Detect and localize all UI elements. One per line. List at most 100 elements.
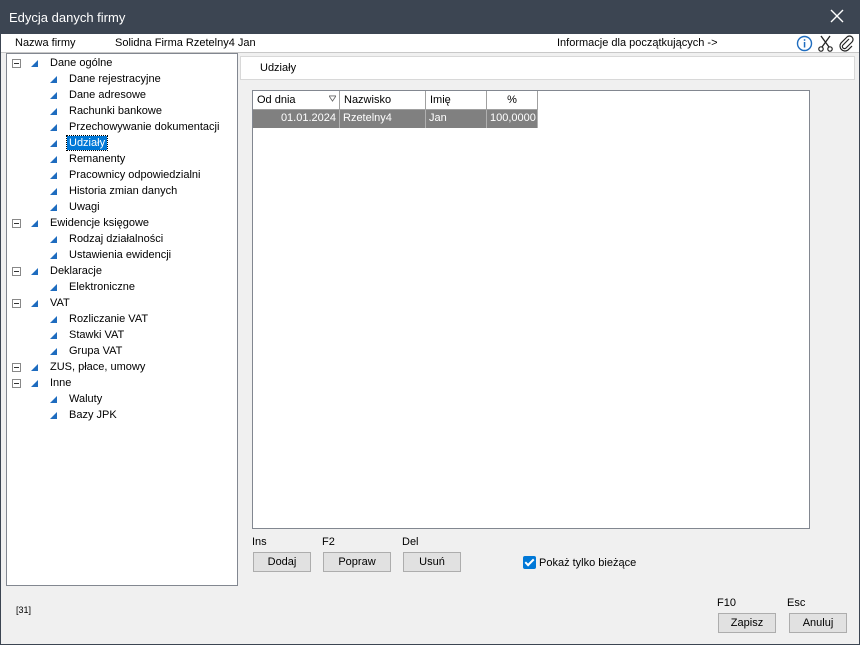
panel-header: Udziały bbox=[240, 56, 855, 80]
company-name-label: Nazwa firmy bbox=[15, 37, 76, 49]
tree-item-label: Waluty bbox=[69, 393, 103, 405]
tree-item[interactable]: Remanenty bbox=[7, 151, 237, 167]
tree-item[interactable]: Waluty bbox=[7, 391, 237, 407]
tree-node-icon bbox=[50, 235, 57, 243]
checkbox-checked-icon[interactable] bbox=[523, 556, 536, 569]
table-row-surname[interactable]: Rzetelny4 bbox=[340, 110, 426, 128]
tree-item-label: Grupa VAT bbox=[69, 345, 123, 357]
tree-item-label: Rozliczanie VAT bbox=[69, 313, 149, 325]
column-header-name[interactable]: Imię bbox=[426, 91, 487, 110]
expander-minus-icon[interactable] bbox=[12, 59, 21, 68]
tree-item[interactable]: Rozliczanie VAT bbox=[7, 311, 237, 327]
paperclip-icon[interactable] bbox=[838, 35, 855, 52]
save-button[interactable]: Zapisz bbox=[718, 613, 776, 633]
tree-item-label: Udziały bbox=[65, 135, 109, 151]
cancel-button[interactable]: Anuluj bbox=[789, 613, 847, 633]
expander-minus-icon[interactable] bbox=[12, 299, 21, 308]
tree-group-1[interactable]: Ewidencje księgowe bbox=[7, 215, 237, 231]
tree-item-label: Bazy JPK bbox=[69, 409, 117, 421]
tree-item-label: Rodzaj działalności bbox=[69, 233, 164, 245]
tree-item[interactable]: Przechowywanie dokumentacji bbox=[7, 119, 237, 135]
edit-shortcut: F2 bbox=[322, 536, 335, 548]
expander-minus-icon[interactable] bbox=[12, 379, 21, 388]
show-current-only-checkbox[interactable]: Pokaż tylko bieżące bbox=[523, 556, 636, 569]
table-row-date[interactable]: 01.01.2024 bbox=[253, 110, 340, 128]
tree-node-icon bbox=[50, 203, 57, 211]
add-button[interactable]: Dodaj bbox=[253, 552, 311, 572]
tree-item[interactable]: Historia zmian danych bbox=[7, 183, 237, 199]
tree-item[interactable]: Stawki VAT bbox=[7, 327, 237, 343]
tree-node-icon bbox=[50, 75, 57, 83]
tree-group-label: Ewidencje księgowe bbox=[50, 217, 150, 229]
settings-tree: Dane ogólne Dane rejestracyjne Dane adreso… bbox=[6, 53, 238, 586]
tree-node-icon bbox=[50, 107, 57, 115]
close-icon[interactable] bbox=[827, 6, 847, 26]
title-bar: Edycja danych firmy bbox=[1, 1, 859, 34]
tree-node-icon bbox=[31, 267, 38, 275]
scissors-icon[interactable] bbox=[817, 35, 834, 52]
tree-item[interactable]: Pracownicy odpowiedzialni bbox=[7, 167, 237, 183]
shares-grid[interactable]: Od dnia Nazwisko Imię % 01.01.2024 Rzete… bbox=[252, 90, 810, 529]
panel-title: Udziały bbox=[260, 62, 297, 74]
tree-item-label: Przechowywanie dokumentacji bbox=[69, 121, 220, 133]
column-header-date[interactable]: Od dnia bbox=[253, 91, 340, 110]
tree-node-icon bbox=[50, 331, 57, 339]
tree-node-icon bbox=[50, 315, 57, 323]
tree-item[interactable]: Bazy JPK bbox=[7, 407, 237, 423]
tree-node-icon bbox=[50, 347, 57, 355]
status-code: [31] bbox=[16, 605, 32, 615]
tree-item[interactable]: Grupa VAT bbox=[7, 343, 237, 359]
tree-group-0[interactable]: Dane ogólne bbox=[7, 55, 237, 71]
tree-item-label: Ustawienia ewidencji bbox=[69, 249, 172, 261]
cancel-shortcut: Esc bbox=[787, 597, 806, 609]
expander-minus-icon[interactable] bbox=[12, 267, 21, 276]
company-info-bar: Nazwa firmy Solidna Firma Rzetelny4 Jan … bbox=[1, 34, 859, 53]
tree-item[interactable]: Rachunki bankowe bbox=[7, 103, 237, 119]
tree-item-label: Dane rejestracyjne bbox=[69, 73, 161, 85]
tree-item[interactable]: Dane rejestracyjne bbox=[7, 71, 237, 87]
beginner-info-link[interactable]: Informacje dla początkujących -> bbox=[557, 37, 718, 49]
tree-group-3[interactable]: VAT bbox=[7, 295, 237, 311]
table-row-name[interactable]: Jan bbox=[426, 110, 487, 128]
tree-node-icon bbox=[50, 411, 57, 419]
tree-group-label: Inne bbox=[50, 377, 72, 389]
info-icon[interactable] bbox=[796, 35, 813, 52]
tree-item[interactable]: Elektroniczne bbox=[7, 279, 237, 295]
tree-item-label: Remanenty bbox=[69, 153, 126, 165]
delete-button[interactable]: Usuń bbox=[403, 552, 461, 572]
tree-group-4[interactable]: ZUS, płace, umowy bbox=[7, 359, 237, 375]
tree-item-label: Dane adresowe bbox=[69, 89, 147, 101]
sort-filter-icon[interactable] bbox=[329, 95, 336, 102]
tree-item[interactable]: Ustawienia ewidencji bbox=[7, 247, 237, 263]
add-shortcut: Ins bbox=[252, 536, 267, 548]
column-header-surname[interactable]: Nazwisko bbox=[340, 91, 426, 110]
tree-node-icon bbox=[50, 123, 57, 131]
tree-node-icon bbox=[50, 187, 57, 195]
column-header-percent[interactable]: % bbox=[487, 91, 538, 110]
save-shortcut: F10 bbox=[717, 597, 736, 609]
tree-item[interactable]: Uwagi bbox=[7, 199, 237, 215]
tree-item-label: Rachunki bankowe bbox=[69, 105, 162, 117]
tree-node-icon bbox=[31, 379, 38, 387]
tree-item-label: Pracownicy odpowiedzialni bbox=[69, 169, 201, 181]
tree-node-icon bbox=[31, 299, 38, 307]
tree-group-2[interactable]: Deklaracje bbox=[7, 263, 237, 279]
tree-item-label: Uwagi bbox=[69, 201, 100, 213]
tree-item[interactable]: Rodzaj działalności bbox=[7, 231, 237, 247]
tree-group-5[interactable]: Inne bbox=[7, 375, 237, 391]
tree-node-icon bbox=[50, 155, 57, 163]
show-current-only-label: Pokaż tylko bieżące bbox=[539, 556, 637, 569]
edit-company-window: Edycja danych firmy Nazwa firmy Solidna … bbox=[0, 0, 860, 645]
window-title: Edycja danych firmy bbox=[9, 10, 126, 25]
tree-item[interactable]: Udziały bbox=[7, 135, 237, 151]
edit-button[interactable]: Popraw bbox=[323, 552, 391, 572]
tree-group-label: Dane ogólne bbox=[50, 57, 113, 69]
tree-node-icon bbox=[31, 219, 38, 227]
tree-item[interactable]: Dane adresowe bbox=[7, 87, 237, 103]
delete-shortcut: Del bbox=[402, 536, 419, 548]
table-row-percent[interactable]: 100,0000 bbox=[487, 110, 538, 128]
tree-item-label: Historia zmian danych bbox=[69, 185, 178, 197]
expander-minus-icon[interactable] bbox=[12, 363, 21, 372]
expander-minus-icon[interactable] bbox=[12, 219, 21, 228]
tree-item-label: Elektroniczne bbox=[69, 281, 136, 293]
